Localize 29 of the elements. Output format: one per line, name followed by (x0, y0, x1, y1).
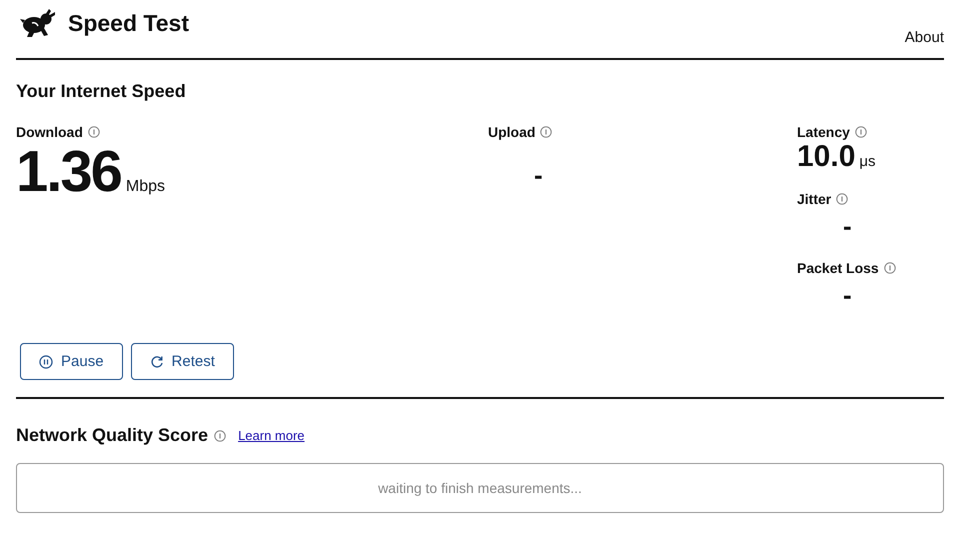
metric-label: Latency (797, 124, 850, 140)
pause-button[interactable]: Pause (20, 343, 123, 380)
section-title: Your Internet Speed (16, 81, 187, 102)
download-value: 1.36 (16, 142, 121, 203)
rabbit-icon (20, 8, 56, 38)
refresh-icon (150, 354, 164, 368)
info-icon[interactable] (540, 126, 552, 138)
metric-label: Packet Loss (797, 260, 879, 276)
metric-label: Download (16, 124, 83, 140)
info-icon[interactable] (884, 262, 896, 274)
metric-value: - (843, 211, 852, 241)
unit-label: μs (859, 153, 876, 170)
info-icon[interactable] (836, 193, 848, 205)
info-icon[interactable] (854, 126, 867, 138)
unit-label: Mbps (126, 178, 166, 196)
upload-value: - (534, 160, 543, 190)
pause-icon (39, 354, 53, 368)
metric-label: Upload (488, 124, 536, 140)
retest-button[interactable]: Retest (130, 343, 234, 380)
about-link[interactable]: About (904, 29, 944, 46)
metric-value: - (843, 280, 852, 310)
info-icon[interactable] (88, 126, 100, 138)
section-title: Network Quality Score (16, 425, 208, 446)
metric-value: 10.0 (797, 140, 856, 173)
learn-more-link[interactable]: Learn more (238, 428, 305, 443)
app-title: Speed Test (68, 10, 189, 37)
info-icon[interactable] (214, 430, 226, 442)
metric-label: Jitter (797, 191, 832, 207)
status-text: waiting to finish measurements... (378, 480, 582, 496)
